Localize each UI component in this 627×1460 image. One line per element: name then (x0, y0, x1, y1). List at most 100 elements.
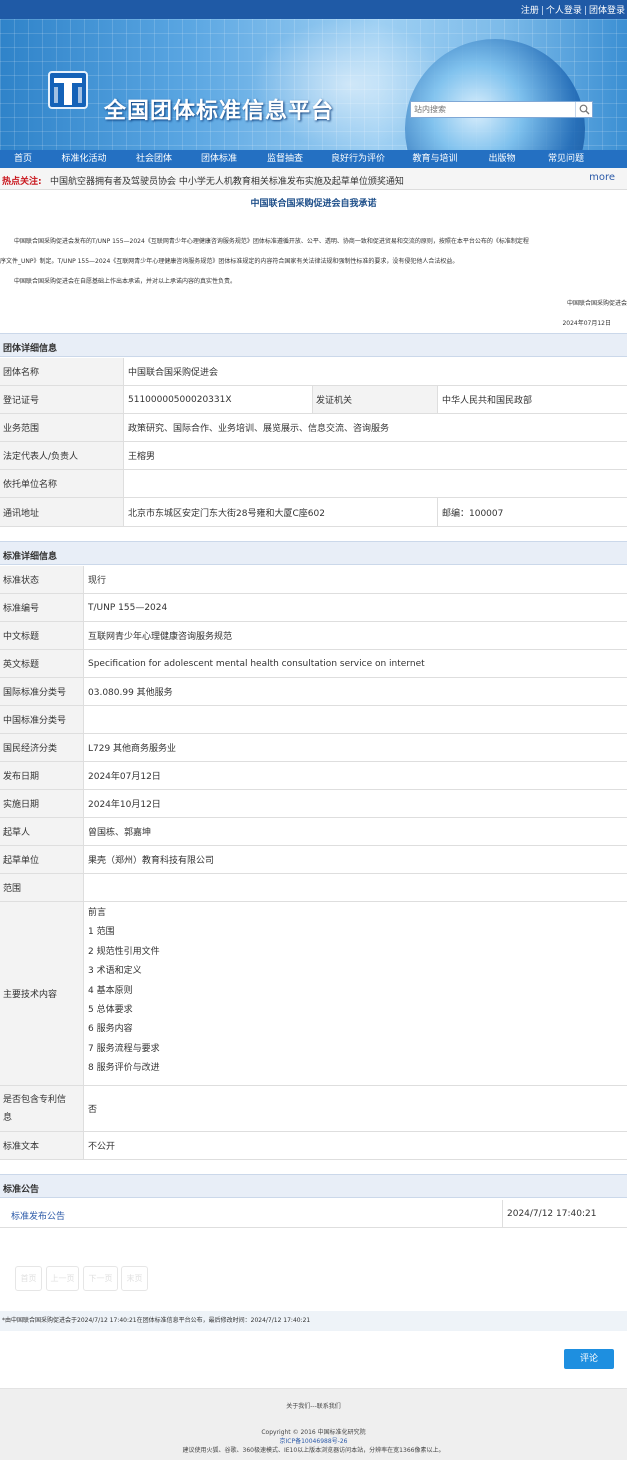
register-link[interactable]: 注册 (521, 6, 539, 16)
tech-content-label: 主要技术内容 (0, 902, 84, 1085)
std-row-value: 互联网青少年心理健康咨询服务规范 (88, 632, 233, 642)
separator: | (540, 6, 544, 16)
top-links: 注册 | 个人登录 | 团体登录 (521, 3, 625, 16)
std-row-value: 03.080.99 其他服务 (88, 688, 173, 698)
nav-item-home[interactable]: 首页 (0, 150, 46, 168)
std-row-value (84, 706, 627, 733)
std-row: 中文标题 互联网青少年心理健康咨询服务规范 (0, 622, 627, 650)
group-name-value: 中国联合国采购促进会 (128, 368, 219, 378)
group-row-address: 通讯地址 北京市东城区安定门东大街28号雍和大厦C座602 邮编：100007 (0, 498, 627, 527)
std-row: 中国标准分类号 (0, 706, 627, 734)
main-nav: 首页 标准化活动 社会团体 团体标准 监督抽查 良好行为评价 教育与培训 出版物… (0, 150, 627, 168)
pager-last-button[interactable]: 末页 (121, 1266, 148, 1291)
standard-section-title: 标准详细信息 (3, 552, 58, 562)
patent-value: 否 (88, 1105, 98, 1115)
issuer-label: 发证机关 (313, 386, 438, 413)
pager-prev-button[interactable]: 上一页 (46, 1266, 79, 1291)
announcement-link[interactable]: 标准发布公告 (11, 1209, 65, 1222)
search-box (410, 101, 593, 118)
footer-browser-note: 建议使用火狐、谷歌、360极速模式、IE10以上版本浏览器访问本站，分辨率在宽1… (182, 1447, 445, 1454)
announcement-section-header: 标准公告 (0, 1174, 627, 1198)
notice-date: 2024年07月12日 (562, 320, 611, 327)
std-row: 实施日期 2024年10月12日 (0, 790, 627, 818)
footer-links[interactable]: 关于我们---联系我们 (0, 1401, 627, 1410)
more-link[interactable]: more (589, 172, 615, 183)
toc-item: 8 服务评价与改进 (88, 1063, 160, 1074)
toc-item: 6 服务内容 (88, 1024, 133, 1035)
toc-item: 1 范围 (88, 927, 115, 938)
std-row-text: 标准文本 不公开 (0, 1132, 627, 1160)
nav-item-good-behavior[interactable]: 良好行为评价 (318, 150, 398, 168)
nav-item-publications[interactable]: 出版物 (472, 150, 532, 168)
tech-content-list: 前言 1 范围 2 规范性引用文件 3 术语和定义 4 基本原则 5 总体要求 … (88, 904, 160, 1079)
search-input[interactable] (411, 102, 576, 117)
group-section-header: 团体详细信息 (0, 333, 627, 357)
std-row-patent: 是否包含专利信 息 否 (0, 1086, 627, 1132)
notice-signer: 中国联合国采购促进会 (566, 300, 627, 307)
search-icon (579, 104, 590, 115)
std-row: 起草人 曾国栋、郭嘉坤 (0, 818, 627, 846)
std-row-label: 发布日期 (0, 762, 84, 789)
patent-label-line-1: 是否包含专利信 (3, 1094, 67, 1105)
nav-item-group-standards[interactable]: 团体标准 (186, 150, 252, 168)
nav-item-education[interactable]: 教育与培训 (398, 150, 472, 168)
standard-text-value: 不公开 (88, 1142, 116, 1152)
nav-item-faq[interactable]: 常见问题 (532, 150, 600, 168)
notice-paragraph-1b: 序文件_UNP》制定。T/UNP 155—2024《互联网青少年心理健康咨询服务… (0, 258, 459, 265)
business-scope-value: 政策研究、国际合作、业务培训、展览展示、信息交流、咨询服务 (128, 424, 390, 434)
std-row: 国民经济分类 L729 其他商务服务业 (0, 734, 627, 762)
separator: | (583, 6, 587, 16)
std-row-label: 起草单位 (0, 846, 84, 873)
std-row-label: 实施日期 (0, 790, 84, 817)
nav-item-supervision[interactable]: 监督抽查 (252, 150, 318, 168)
notice-paragraph-2: 中国联合国采购促进会在自愿基础上作出本承诺，并对以上承诺内容的真实性负责。 (14, 278, 237, 285)
standard-section-header: 标准详细信息 (0, 541, 627, 565)
postcode-value: 邮编：100007 (442, 508, 504, 519)
announcement-section-title: 标准公告 (3, 1185, 40, 1195)
search-button[interactable] (575, 102, 592, 117)
toc-item: 前言 (88, 908, 107, 918)
std-row: 标准状态 现行 (0, 566, 627, 594)
std-row-label: 国际标准分类号 (0, 678, 84, 705)
footer-icp-link[interactable]: 京ICP备10046988号-26 (0, 1436, 627, 1445)
std-row-label: 标准状态 (0, 566, 84, 593)
header-banner: 全国团体标准信息平台 (0, 19, 627, 150)
comment-button[interactable]: 评论 (564, 1349, 614, 1369)
sponsor-label: 依托单位名称 (0, 470, 124, 497)
std-row-label: 中国标准分类号 (0, 706, 84, 733)
std-row-value: 2024年07月12日 (88, 772, 161, 782)
patent-label: 是否包含专利信 息 (0, 1086, 84, 1131)
pager-first-button[interactable]: 首页 (15, 1266, 42, 1291)
std-row: 国际标准分类号 03.080.99 其他服务 (0, 678, 627, 706)
toc-item: 3 术语和定义 (88, 966, 142, 977)
address-value: 北京市东城区安定门东大街28号雍和大厦C座602 (124, 498, 438, 526)
std-row: 标准编号 T/UNP 155—2024 (0, 594, 627, 622)
publish-note: *由中国联合国采购促进会于2024/7/12 17:40:21在团体标准信息平台… (0, 1311, 627, 1331)
group-login-link[interactable]: 团体登录 (589, 6, 625, 16)
announcement-row: 标准发布公告 2024/7/12 17:40:21 (0, 1200, 627, 1228)
hot-label: 热点关注: (2, 177, 42, 187)
std-row-label: 中文标题 (0, 622, 84, 649)
nav-item-social-groups[interactable]: 社会团体 (122, 150, 186, 168)
group-row-scope: 业务范围 政策研究、国际合作、业务培训、展览展示、信息交流、咨询服务 (0, 414, 627, 442)
group-row-registration: 登记证号 51100000500020331X 发证机关 中华人民共和国民政部 (0, 386, 627, 414)
toc-item: 2 规范性引用文件 (88, 946, 160, 957)
std-row-label: 标准编号 (0, 594, 84, 621)
pager-next-button[interactable]: 下一页 (83, 1266, 118, 1291)
representative-label: 法定代表人/负责人 (0, 442, 124, 469)
std-row-label: 起草人 (0, 818, 84, 845)
personal-login-link[interactable]: 个人登录 (546, 6, 582, 16)
site-logo[interactable] (48, 71, 88, 109)
notice-title: 中国联合国采购促进会自我承诺 (250, 199, 377, 209)
group-row-sponsor: 依托单位名称 (0, 470, 627, 498)
std-row: 英文标题 Specification for adolescent mental … (0, 650, 627, 678)
std-row-value: 果壳（郑州）教育科技有限公司 (88, 856, 215, 866)
toc-item: 7 服务流程与要求 (88, 1043, 160, 1054)
std-row-value (84, 874, 627, 901)
hot-news-link[interactable]: 中国航空器拥有者及驾驶员协会 中小学无人机教育相关标准发布实施及起草单位颁奖通知 (50, 174, 404, 187)
site-title[interactable]: 全国团体标准信息平台 (104, 93, 334, 125)
std-row: 范围 (0, 874, 627, 902)
std-row-value: L729 其他商务服务业 (88, 744, 177, 754)
nav-item-standardization-activities[interactable]: 标准化活动 (46, 150, 122, 168)
std-row-label: 范围 (0, 874, 84, 901)
